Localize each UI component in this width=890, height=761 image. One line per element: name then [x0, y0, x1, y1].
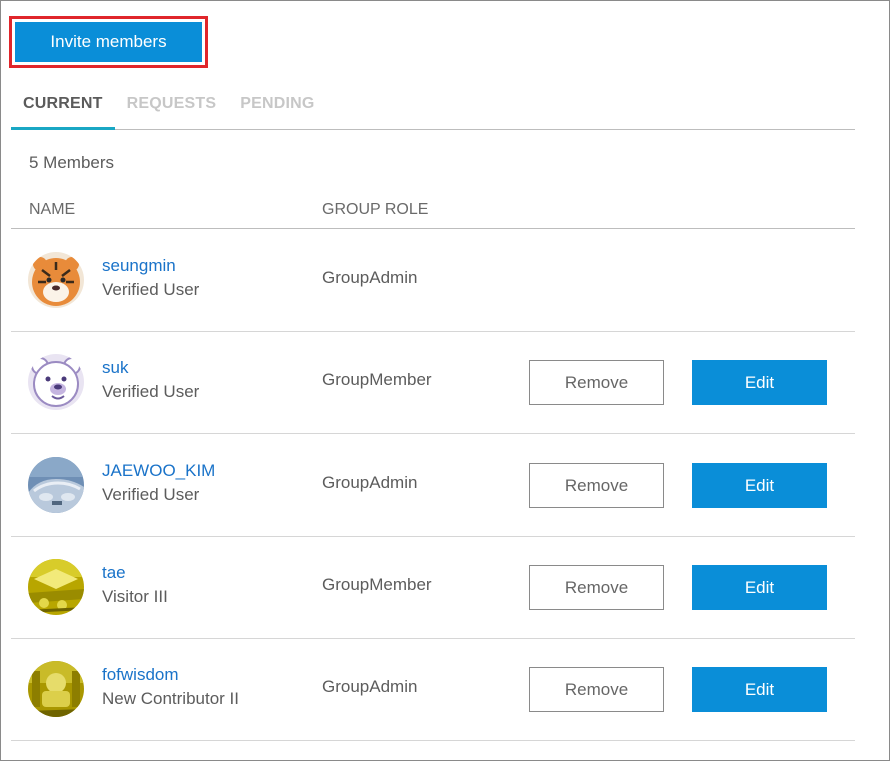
member-count: 5 Members [29, 153, 115, 172]
edit-member-button[interactable]: Edit [692, 463, 827, 508]
invite-highlight-frame: Invite members [9, 16, 208, 68]
tab-requests[interactable]: REQUESTS [115, 85, 229, 128]
member-name-link[interactable]: suk [102, 358, 128, 378]
member-row: suk Verified User GroupMember Remove Edi… [11, 331, 855, 434]
member-row: fofwisdom New Contributor II GroupAdmin … [11, 638, 855, 741]
remove-member-button[interactable]: Remove [529, 463, 664, 508]
yellow-figure-avatar[interactable] [28, 661, 84, 717]
car-avatar[interactable] [28, 457, 84, 513]
member-rank: Verified User [102, 280, 200, 299]
invite-members-button[interactable]: Invite members [15, 22, 202, 62]
member-row: seungmin Verified User GroupAdmin [11, 229, 855, 332]
group-members-panel: Invite members CURRENT REQUESTS PENDING … [0, 0, 890, 761]
yellow-pattern-avatar[interactable] [28, 559, 84, 615]
member-role: GroupAdmin [322, 473, 418, 492]
member-row: JAEWOO_KIM Verified User GroupAdmin Remo… [11, 434, 855, 537]
tab-current[interactable]: CURRENT [11, 85, 115, 130]
edit-member-button[interactable]: Edit [692, 565, 827, 610]
polar-bear-avatar[interactable] [28, 354, 84, 410]
edit-member-button[interactable]: Edit [692, 360, 827, 405]
column-header-group-role: GROUP ROLE [322, 201, 429, 218]
member-name-link[interactable]: seungmin [102, 256, 176, 276]
member-role: GroupAdmin [322, 677, 418, 696]
member-row: tae Visitor III GroupMember Remove Edit [11, 536, 855, 639]
remove-member-button[interactable]: Remove [529, 565, 664, 610]
remove-member-button[interactable]: Remove [529, 667, 664, 712]
member-name-link[interactable]: tae [102, 563, 126, 583]
member-rank: Verified User [102, 382, 200, 401]
member-role: GroupMember [322, 370, 432, 389]
member-rank: New Contributor II [102, 689, 239, 708]
remove-member-button[interactable]: Remove [529, 360, 664, 405]
column-header-name: NAME [29, 201, 76, 218]
member-name-link[interactable]: fofwisdom [102, 665, 179, 685]
member-rank: Visitor III [102, 587, 168, 606]
member-name-link[interactable]: JAEWOO_KIM [102, 461, 215, 481]
member-rank: Verified User [102, 485, 200, 504]
edit-member-button[interactable]: Edit [692, 667, 827, 712]
member-tabs: CURRENT REQUESTS PENDING [11, 85, 855, 130]
tiger-avatar[interactable] [28, 252, 84, 308]
member-role: GroupMember [322, 575, 432, 594]
member-role: GroupAdmin [322, 268, 418, 287]
tab-pending[interactable]: PENDING [228, 85, 326, 128]
